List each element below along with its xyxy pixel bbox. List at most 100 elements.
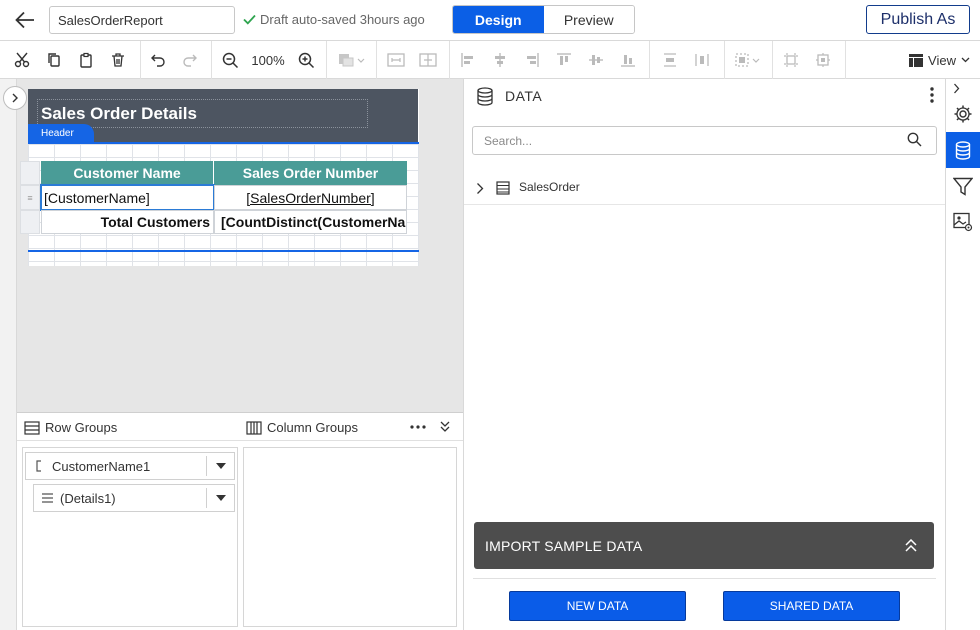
double-chevron-down-icon xyxy=(440,421,450,432)
align-center-button[interactable] xyxy=(486,41,514,79)
table-header-cell[interactable]: Customer Name xyxy=(41,161,214,185)
double-chevron-up-icon[interactable] xyxy=(905,539,917,552)
report-name-input[interactable] xyxy=(49,6,235,34)
size-to-fit-button[interactable] xyxy=(777,41,805,79)
row-group-item[interactable]: (Details1) xyxy=(33,484,235,512)
center-in-page-button[interactable] xyxy=(809,41,837,79)
dataset-name: SalesOrder xyxy=(519,180,580,194)
merge-cells-button[interactable] xyxy=(382,41,410,79)
undo-button[interactable] xyxy=(144,41,172,79)
caret-down-icon xyxy=(215,495,226,501)
row-handle[interactable]: ≡ xyxy=(20,185,40,210)
publish-as-button[interactable]: Publish As xyxy=(866,5,970,34)
row-group-item[interactable]: CustomerName1 xyxy=(25,452,235,480)
row-groups-label: Row Groups xyxy=(45,420,118,435)
data-panel-more-button[interactable] xyxy=(924,86,940,104)
groups-more-button[interactable] xyxy=(408,419,428,435)
group-dropdown[interactable] xyxy=(729,41,767,79)
rail-collapse-button[interactable] xyxy=(950,81,962,95)
search-icon[interactable] xyxy=(907,132,922,147)
properties-tab[interactable] xyxy=(946,96,980,132)
split-cells-button[interactable] xyxy=(414,41,442,79)
clipboard-icon xyxy=(80,52,92,68)
image-manager-tab[interactable] xyxy=(946,204,980,240)
filter-icon xyxy=(953,177,973,196)
data-tab[interactable] xyxy=(946,132,980,168)
distribute-horizontal-button[interactable] xyxy=(688,41,716,79)
delete-button[interactable] xyxy=(104,41,132,79)
total-customers-label[interactable]: Total Customers xyxy=(41,210,214,234)
data-search-input[interactable] xyxy=(472,126,937,155)
row-group-label: (Details1) xyxy=(60,490,116,506)
align-top-button[interactable] xyxy=(550,41,578,79)
fill-color-dropdown[interactable] xyxy=(332,41,370,79)
parameters-tab[interactable] xyxy=(946,168,980,204)
more-vertical-icon xyxy=(930,87,934,103)
row-group-label: CustomerName1 xyxy=(52,458,151,474)
back-button[interactable] xyxy=(10,6,40,34)
tab-design[interactable]: Design xyxy=(453,6,544,33)
table-header-cell[interactable]: Sales Order Number xyxy=(214,161,407,185)
align-middle-button[interactable] xyxy=(582,41,610,79)
caret-down-icon xyxy=(215,463,226,469)
chevron-right-icon[interactable] xyxy=(476,182,484,195)
new-data-button[interactable]: NEW DATA xyxy=(509,591,686,621)
align-middle-icon xyxy=(589,55,603,65)
check-icon xyxy=(243,14,256,25)
view-dropdown[interactable]: View xyxy=(909,41,970,79)
column-groups-icon xyxy=(246,420,262,435)
split-cells-icon xyxy=(419,53,437,67)
row-handle[interactable] xyxy=(20,161,40,185)
align-left-button[interactable] xyxy=(454,41,482,79)
row-group-menu-button[interactable] xyxy=(206,456,234,476)
row-handle[interactable] xyxy=(20,210,40,234)
data-panel-title: DATA xyxy=(505,88,543,104)
database-icon xyxy=(477,87,493,106)
resize-icon xyxy=(784,53,798,67)
paste-button[interactable] xyxy=(72,41,100,79)
group-icon xyxy=(735,53,760,67)
align-right-icon xyxy=(527,53,539,67)
bracket-icon xyxy=(36,460,41,472)
autosave-text: Draft auto-saved 3hours ago xyxy=(260,12,425,27)
details-cell-sales-order-number[interactable]: [SalesOrderNumber] xyxy=(214,185,407,210)
distribute-vertical-button[interactable] xyxy=(656,41,684,79)
zoom-out-button[interactable] xyxy=(216,41,244,79)
more-horizontal-icon xyxy=(410,425,426,429)
cut-button[interactable] xyxy=(8,41,36,79)
layout-icon xyxy=(909,53,924,67)
import-sample-data-label: IMPORT SAMPLE DATA xyxy=(485,537,643,554)
gear-icon xyxy=(954,105,972,123)
details-cell-customer-name[interactable]: [CustomerName] xyxy=(40,184,215,211)
total-count-distinct-cell[interactable]: [CountDistinct(CustomerName)] xyxy=(214,210,407,234)
expand-panel-button[interactable] xyxy=(3,86,27,110)
import-sample-data-bar[interactable]: IMPORT SAMPLE DATA xyxy=(474,522,934,569)
header-divider xyxy=(28,142,419,144)
align-bottom-button[interactable] xyxy=(614,41,642,79)
scissors-icon xyxy=(14,52,30,68)
row-groups-title: Row Groups xyxy=(24,420,117,435)
zoom-in-icon xyxy=(298,52,314,68)
zoom-value: 100% xyxy=(251,52,285,68)
left-gutter xyxy=(0,79,17,630)
chevron-down-icon xyxy=(961,57,970,63)
table-icon xyxy=(496,181,510,195)
zoom-level[interactable]: 100% xyxy=(248,41,288,79)
tab-preview[interactable]: Preview xyxy=(543,6,634,33)
align-right-button[interactable] xyxy=(518,41,546,79)
mode-tab-group: Design Preview xyxy=(452,5,635,34)
image-settings-icon xyxy=(953,212,973,232)
column-groups-list xyxy=(243,447,457,627)
body-divider xyxy=(28,250,419,252)
copy-icon xyxy=(48,53,60,67)
view-label: View xyxy=(928,52,956,68)
row-group-menu-button[interactable] xyxy=(206,488,234,508)
copy-button[interactable] xyxy=(40,41,68,79)
collapse-groups-button[interactable] xyxy=(437,418,453,434)
header-section-tag: Header xyxy=(28,124,94,142)
redo-button[interactable] xyxy=(176,41,204,79)
dataset-tree-item[interactable]: SalesOrder xyxy=(464,172,945,205)
redo-icon xyxy=(183,54,197,67)
zoom-in-button[interactable] xyxy=(292,41,320,79)
shared-data-button[interactable]: SHARED DATA xyxy=(723,591,900,621)
